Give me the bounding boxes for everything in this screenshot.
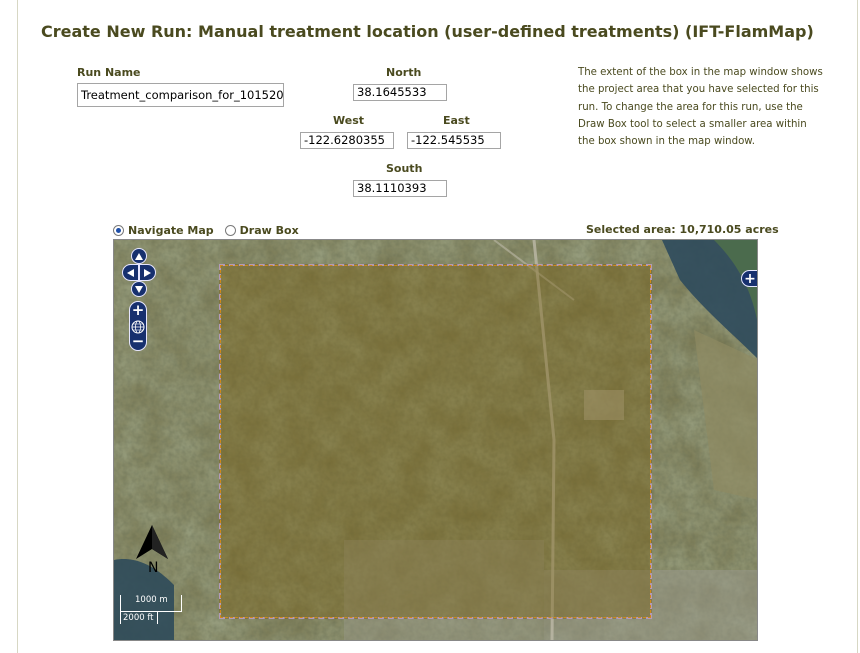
north-label: N <box>148 560 158 575</box>
plus-icon: + <box>744 270 756 287</box>
south-input[interactable]: 38.1110393 <box>353 180 447 197</box>
draw-box-radio[interactable] <box>224 225 236 236</box>
west-input[interactable]: -122.6280355 <box>300 132 394 149</box>
arrow-up-icon <box>135 252 143 260</box>
south-value: 38.1110393 <box>357 181 427 195</box>
scale-metric-label: 1000 m <box>135 595 168 605</box>
arrow-left-icon <box>127 268 134 277</box>
arrow-down-icon <box>135 285 143 293</box>
arrow-right-icon <box>144 268 151 277</box>
run-name-input[interactable]: Treatment_comparison_for_101520 <box>77 83 284 107</box>
plus-icon: + <box>131 301 145 319</box>
navigate-map-label[interactable]: Navigate Map <box>128 224 214 237</box>
map-window[interactable]: + − + N 1000 m 2000 ft <box>113 239 758 641</box>
east-label: East <box>443 114 470 127</box>
south-label: South <box>386 162 423 175</box>
scale-imperial-label: 2000 ft <box>123 613 154 623</box>
east-input[interactable]: -122.545535 <box>407 132 501 149</box>
north-value: 38.1645533 <box>357 85 427 99</box>
west-value: -122.6280355 <box>304 133 385 147</box>
run-name-value: Treatment_comparison_for_101520 <box>81 88 284 102</box>
draw-box-label[interactable]: Draw Box <box>240 224 299 237</box>
east-value: -122.545535 <box>411 133 485 147</box>
zoom-world-button[interactable] <box>131 319 145 334</box>
scale-bar: 1000 m 2000 ft <box>120 595 182 624</box>
pan-down-button[interactable] <box>131 281 147 297</box>
zoom-control: + − <box>129 301 147 351</box>
navigate-map-radio[interactable] <box>113 225 124 236</box>
north-input[interactable]: 38.1645533 <box>353 84 447 101</box>
map-mode-selector: Navigate Map Draw Box <box>113 224 299 237</box>
run-name-label: Run Name <box>77 66 141 79</box>
help-text: The extent of the box in the map window … <box>578 67 823 148</box>
north-arrow: N <box>134 525 170 579</box>
zoom-out-button[interactable]: − <box>130 334 146 349</box>
pan-control <box>122 248 156 298</box>
zoom-in-button[interactable]: + <box>130 303 146 318</box>
selected-area: Selected area: 10,710.05 acres <box>586 223 779 236</box>
north-arrow-icon: N <box>136 525 168 576</box>
north-label: North <box>386 66 422 79</box>
west-label: West <box>333 114 365 127</box>
pan-left-button[interactable] <box>122 264 139 281</box>
layer-switcher-button[interactable]: + <box>741 270 757 287</box>
selection-box <box>219 264 652 619</box>
pan-up-button[interactable] <box>131 248 147 264</box>
page-title: Create New Run: Manual treatment locatio… <box>41 22 814 41</box>
minus-icon: − <box>131 332 145 350</box>
pan-right-button[interactable] <box>139 264 156 281</box>
